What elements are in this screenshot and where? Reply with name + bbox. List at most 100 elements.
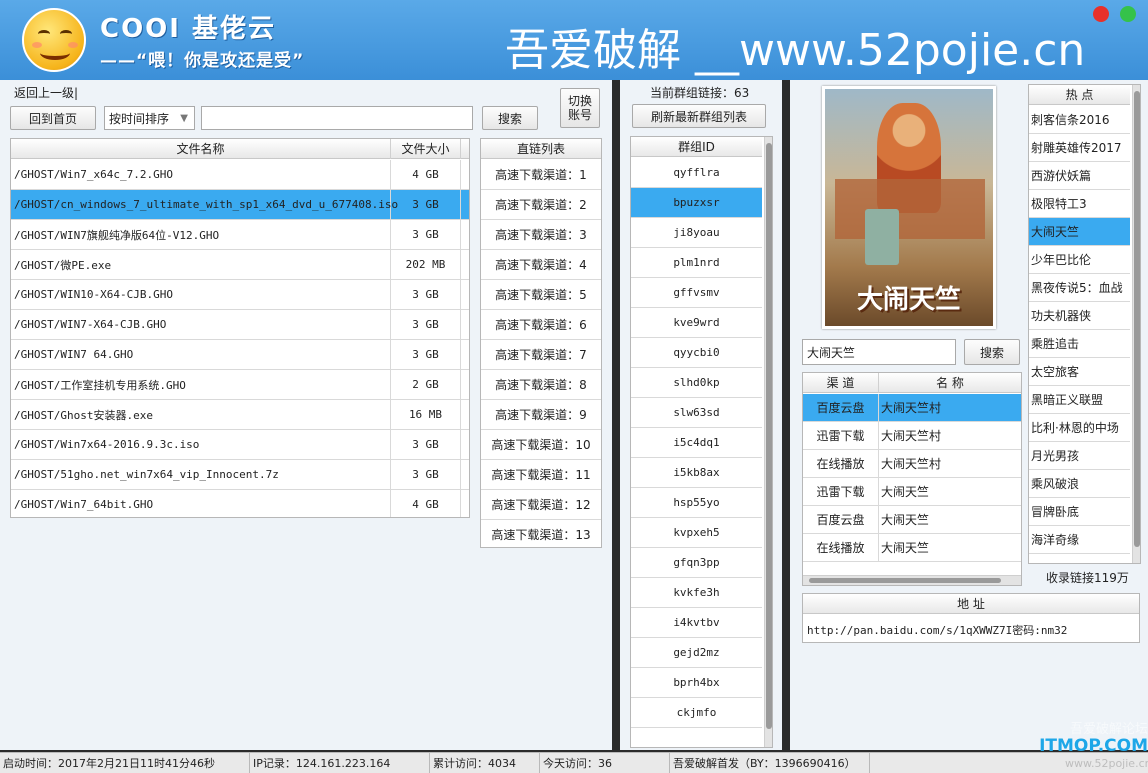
group-id-item[interactable]: i5kb8ax [631, 458, 762, 488]
file-row[interactable]: /GHOST/WIN10-X64-CJB.GHO 3 GB [11, 280, 469, 310]
column-file-name[interactable]: 文件名称 [11, 139, 391, 159]
hot-item[interactable]: 极限特工3 [1029, 190, 1130, 218]
group-id-item[interactable]: qyycbi0 [631, 338, 762, 368]
direct-link-item[interactable]: 高速下载渠道：13 [481, 520, 601, 547]
file-row[interactable]: /GHOST/WIN7 64.GHO 3 GB [11, 340, 469, 370]
search-input[interactable] [201, 106, 473, 130]
hot-item[interactable]: 乘胜追击 [1029, 330, 1130, 358]
switch-account-button[interactable]: 切换账号 [560, 88, 600, 128]
group-id-item[interactable]: ji8yoau [631, 218, 762, 248]
hot-item-label: 海洋奇缘 [1031, 533, 1080, 547]
group-id-item[interactable]: bpuzxsr [631, 188, 762, 218]
address-value[interactable]: http://pan.baidu.com/s/1qXWWZ7I密码:nm32 [807, 622, 1067, 638]
file-row[interactable]: /GHOST/cn_windows_7_ultimate_with_sp1_x6… [11, 190, 469, 220]
group-id-item[interactable]: i4kvtbv [631, 608, 762, 638]
group-id-item[interactable]: i5c4dq1 [631, 428, 762, 458]
movie-hscrollbar[interactable] [803, 575, 1021, 585]
hot-scrollbar-thumb[interactable] [1134, 91, 1140, 547]
movie-link-row[interactable]: 在线播放 大闹天竺 [803, 534, 1021, 562]
movie-link-row[interactable]: 在线播放 大闹天竺村 [803, 450, 1021, 478]
column-channel[interactable]: 渠 道 [803, 373, 879, 393]
hot-item[interactable]: 太空旅客 [1029, 358, 1130, 386]
movie-channel-cell: 百度云盘 [803, 506, 879, 533]
group-id-item[interactable]: hsp55yo [631, 488, 762, 518]
group-id-item[interactable]: kvpxeh5 [631, 518, 762, 548]
hot-item[interactable]: 比利·林恩的中场 [1029, 414, 1130, 442]
minimize-dot-icon[interactable] [1120, 6, 1136, 22]
group-scrollbar[interactable] [764, 137, 772, 747]
direct-link-label: 高速下载渠道：10 [491, 438, 591, 452]
hot-item[interactable]: 大闹天竺 [1029, 218, 1130, 246]
movie-search-input[interactable]: 大闹天竺 [802, 339, 956, 365]
file-row[interactable]: /GHOST/工作室挂机专用系统.GHO 2 GB [11, 370, 469, 400]
direct-link-item[interactable]: 高速下载渠道：9 [481, 400, 601, 430]
file-row[interactable]: /GHOST/Ghost安装器.exe 16 MB [11, 400, 469, 430]
direct-link-item[interactable]: 高速下载渠道：3 [481, 220, 601, 250]
hot-item[interactable]: 少年巴比伦 [1029, 246, 1130, 274]
file-row[interactable]: /GHOST/WIN7旗舰纯净版64位-V12.GHO 3 GB [11, 220, 469, 250]
title-bar: COOI 基佬云 ——“喂！你是攻还是受” 吾爱破解 __www.52pojie… [0, 0, 1148, 80]
group-id-item[interactable]: ckjmfo [631, 698, 762, 728]
hot-item[interactable]: 海洋奇缘 [1029, 526, 1130, 554]
direct-link-item[interactable]: 高速下载渠道：11 [481, 460, 601, 490]
hot-item[interactable]: 射雕英雄传2017 [1029, 134, 1130, 162]
direct-link-item[interactable]: 高速下载渠道：6 [481, 310, 601, 340]
refresh-groups-button[interactable]: 刷新最新群组列表 [632, 104, 766, 128]
group-id-item[interactable]: gffvsmv [631, 278, 762, 308]
hot-item[interactable]: 西游伏妖篇 [1029, 162, 1130, 190]
sort-select-value: 按时间排序 [109, 111, 170, 126]
movie-link-row[interactable]: 百度云盘 大闹天竺 [803, 506, 1021, 534]
hot-item[interactable]: 功夫机器侠 [1029, 302, 1130, 330]
group-id-item[interactable]: kvkfe3h [631, 578, 762, 608]
file-row[interactable]: /GHOST/WIN7-X64-CJB.GHO 3 GB [11, 310, 469, 340]
file-row[interactable]: /GHOST/Win7_64bit.GHO 4 GB [11, 490, 469, 517]
direct-link-item[interactable]: 高速下载渠道：1 [481, 160, 601, 190]
file-row[interactable]: /GHOST/Win7x64-2016.9.3c.iso 3 GB [11, 430, 469, 460]
group-id-item[interactable]: kve9wrd [631, 308, 762, 338]
group-id-item[interactable]: gfqn3pp [631, 548, 762, 578]
file-row[interactable]: /GHOST/Win7_x64c_7.2.GHO 4 GB [11, 160, 469, 190]
hot-scrollbar[interactable] [1132, 85, 1140, 563]
hot-item[interactable]: 刺客信条2016 [1029, 106, 1130, 134]
group-id-item[interactable]: slw63sd [631, 398, 762, 428]
direct-link-item[interactable]: 高速下载渠道：2 [481, 190, 601, 220]
group-id-item[interactable]: slhd0kp [631, 368, 762, 398]
hot-item[interactable]: 月光男孩 [1029, 442, 1130, 470]
group-id-label: qyycbi0 [673, 346, 720, 359]
sort-select[interactable]: 按时间排序 ▼ [104, 106, 195, 130]
hot-item[interactable]: 黑夜传说5：血战 [1029, 274, 1130, 302]
direct-link-item[interactable]: 高速下载渠道：4 [481, 250, 601, 280]
direct-link-item[interactable]: 高速下载渠道：7 [481, 340, 601, 370]
movie-link-row[interactable]: 迅雷下载 大闹天竺 [803, 478, 1021, 506]
movie-search-button[interactable]: 搜索 [964, 339, 1020, 365]
movie-link-row[interactable]: 百度云盘 大闹天竺村 [803, 394, 1021, 422]
hot-item[interactable]: 冒牌卧底 [1029, 498, 1130, 526]
file-row[interactable]: /GHOST/51gho.net_win7x64_vip_Innocent.7z… [11, 460, 469, 490]
back-up-link[interactable]: 返回上一级| [14, 84, 78, 101]
movie-panel: 大闹天竺 大闹天竺 搜索 渠 道 名 称 百度云盘 大闹天竺村 迅雷下载 大闹天竺村在… [790, 80, 1148, 750]
group-scrollbar-thumb[interactable] [766, 143, 772, 729]
direct-link-item[interactable]: 高速下载渠道：10 [481, 430, 601, 460]
group-count: 当前群组链接：63 [650, 86, 750, 100]
hot-item[interactable]: 黑暗正义联盟 [1029, 386, 1130, 414]
direct-link-item[interactable]: 高速下载渠道：12 [481, 490, 601, 520]
group-id-item[interactable]: qyfflra [631, 158, 762, 188]
column-file-size[interactable]: 文件大小 [391, 139, 461, 159]
column-name[interactable]: 名 称 [879, 373, 1021, 393]
group-id-item[interactable]: plm1nrd [631, 248, 762, 278]
file-row[interactable]: /GHOST/微PE.exe 202 MB [11, 250, 469, 280]
close-dot-icon[interactable] [1093, 6, 1109, 22]
direct-link-label: 高速下载渠道：11 [491, 468, 591, 482]
file-size-cell: 4 GB [391, 490, 461, 517]
hot-list: 热 点 刺客信条2016 射雕英雄传2017 西游伏妖篇 极限特工3 大闹天竺 少年巴比伦… [1028, 84, 1141, 564]
hot-item[interactable]: 乘风破浪 [1029, 470, 1130, 498]
group-id-item[interactable]: gejd2mz [631, 638, 762, 668]
app-slogan: ——“喂！你是攻还是受” [100, 51, 305, 71]
group-id-item[interactable]: bprh4bx [631, 668, 762, 698]
search-button[interactable]: 搜索 [482, 106, 538, 130]
home-button[interactable]: 回到首页 [10, 106, 96, 130]
direct-link-item[interactable]: 高速下载渠道：5 [481, 280, 601, 310]
direct-link-item[interactable]: 高速下载渠道：8 [481, 370, 601, 400]
movie-link-row[interactable]: 迅雷下载 大闹天竺村 [803, 422, 1021, 450]
movie-hscrollbar-thumb[interactable] [809, 578, 1001, 583]
